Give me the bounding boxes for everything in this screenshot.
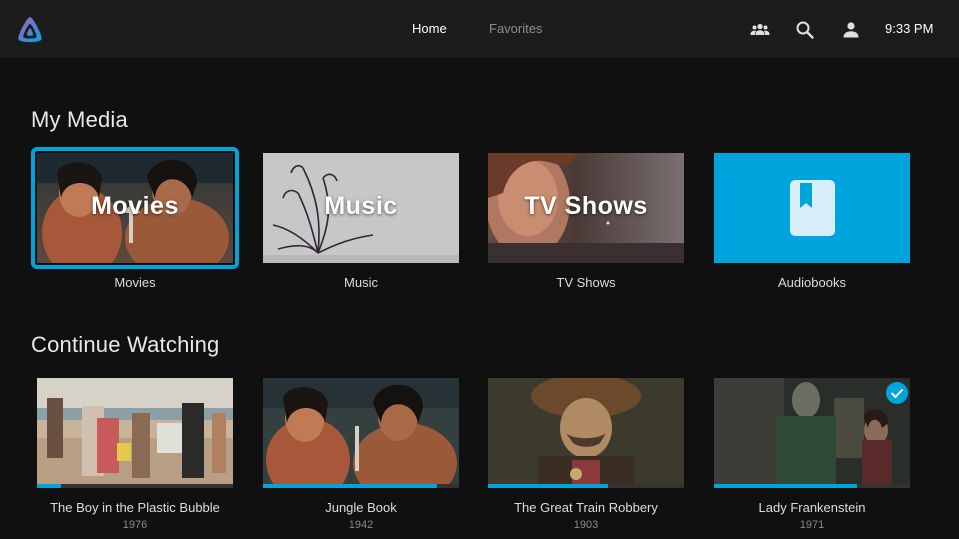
played-checkmark-icon [886, 382, 908, 404]
media-label: Audiobooks [778, 275, 846, 290]
item-title: Jungle Book [325, 500, 397, 515]
top-bar: Home Favorites 9:33 PM [0, 0, 959, 58]
episode-thumbnail [714, 378, 910, 488]
jellyfin-logo-icon[interactable] [14, 14, 46, 46]
progress-bar [263, 484, 459, 488]
clock: 9:33 PM [885, 21, 934, 36]
users-icon[interactable] [749, 19, 771, 41]
tab-home[interactable]: Home [412, 21, 447, 37]
episode-thumbnail [488, 378, 684, 488]
search-icon[interactable] [794, 19, 816, 41]
music-thumbnail: Music [263, 153, 459, 263]
item-year: 1976 [122, 519, 148, 531]
item-title: The Great Train Robbery [514, 500, 658, 515]
item-title: The Boy in the Plastic Bubble [50, 500, 220, 515]
item-year: 1903 [573, 519, 599, 531]
tab-favorites[interactable]: Favorites [489, 21, 542, 37]
item-title: Lady Frankenstein [758, 500, 866, 515]
item-year: 1942 [348, 519, 374, 531]
audiobooks-thumbnail [714, 153, 910, 263]
progress-fill [263, 484, 438, 488]
progress-bar [488, 484, 684, 488]
media-overlay-text: Movies [91, 192, 179, 220]
media-label: Music [344, 275, 378, 290]
tv-shows-thumbnail: TV Shows [488, 153, 684, 263]
progress-fill [37, 484, 61, 488]
episode-thumbnail [263, 378, 459, 488]
progress-fill [488, 484, 608, 488]
episode-thumbnail [37, 378, 233, 488]
movies-thumbnail: Movies [37, 153, 233, 263]
progress-bar [37, 484, 233, 488]
media-label: TV Shows [556, 275, 616, 290]
media-overlay-text: TV Shows [524, 192, 648, 220]
media-label: Movies [114, 275, 156, 290]
progress-fill [714, 484, 858, 488]
progress-bar [714, 484, 910, 488]
section-title-my-media: My Media [31, 107, 128, 132]
item-year: 1971 [799, 519, 825, 531]
user-icon[interactable] [840, 19, 862, 41]
section-title-continue-watching: Continue Watching [31, 332, 220, 357]
media-overlay-text: Music [324, 192, 398, 220]
